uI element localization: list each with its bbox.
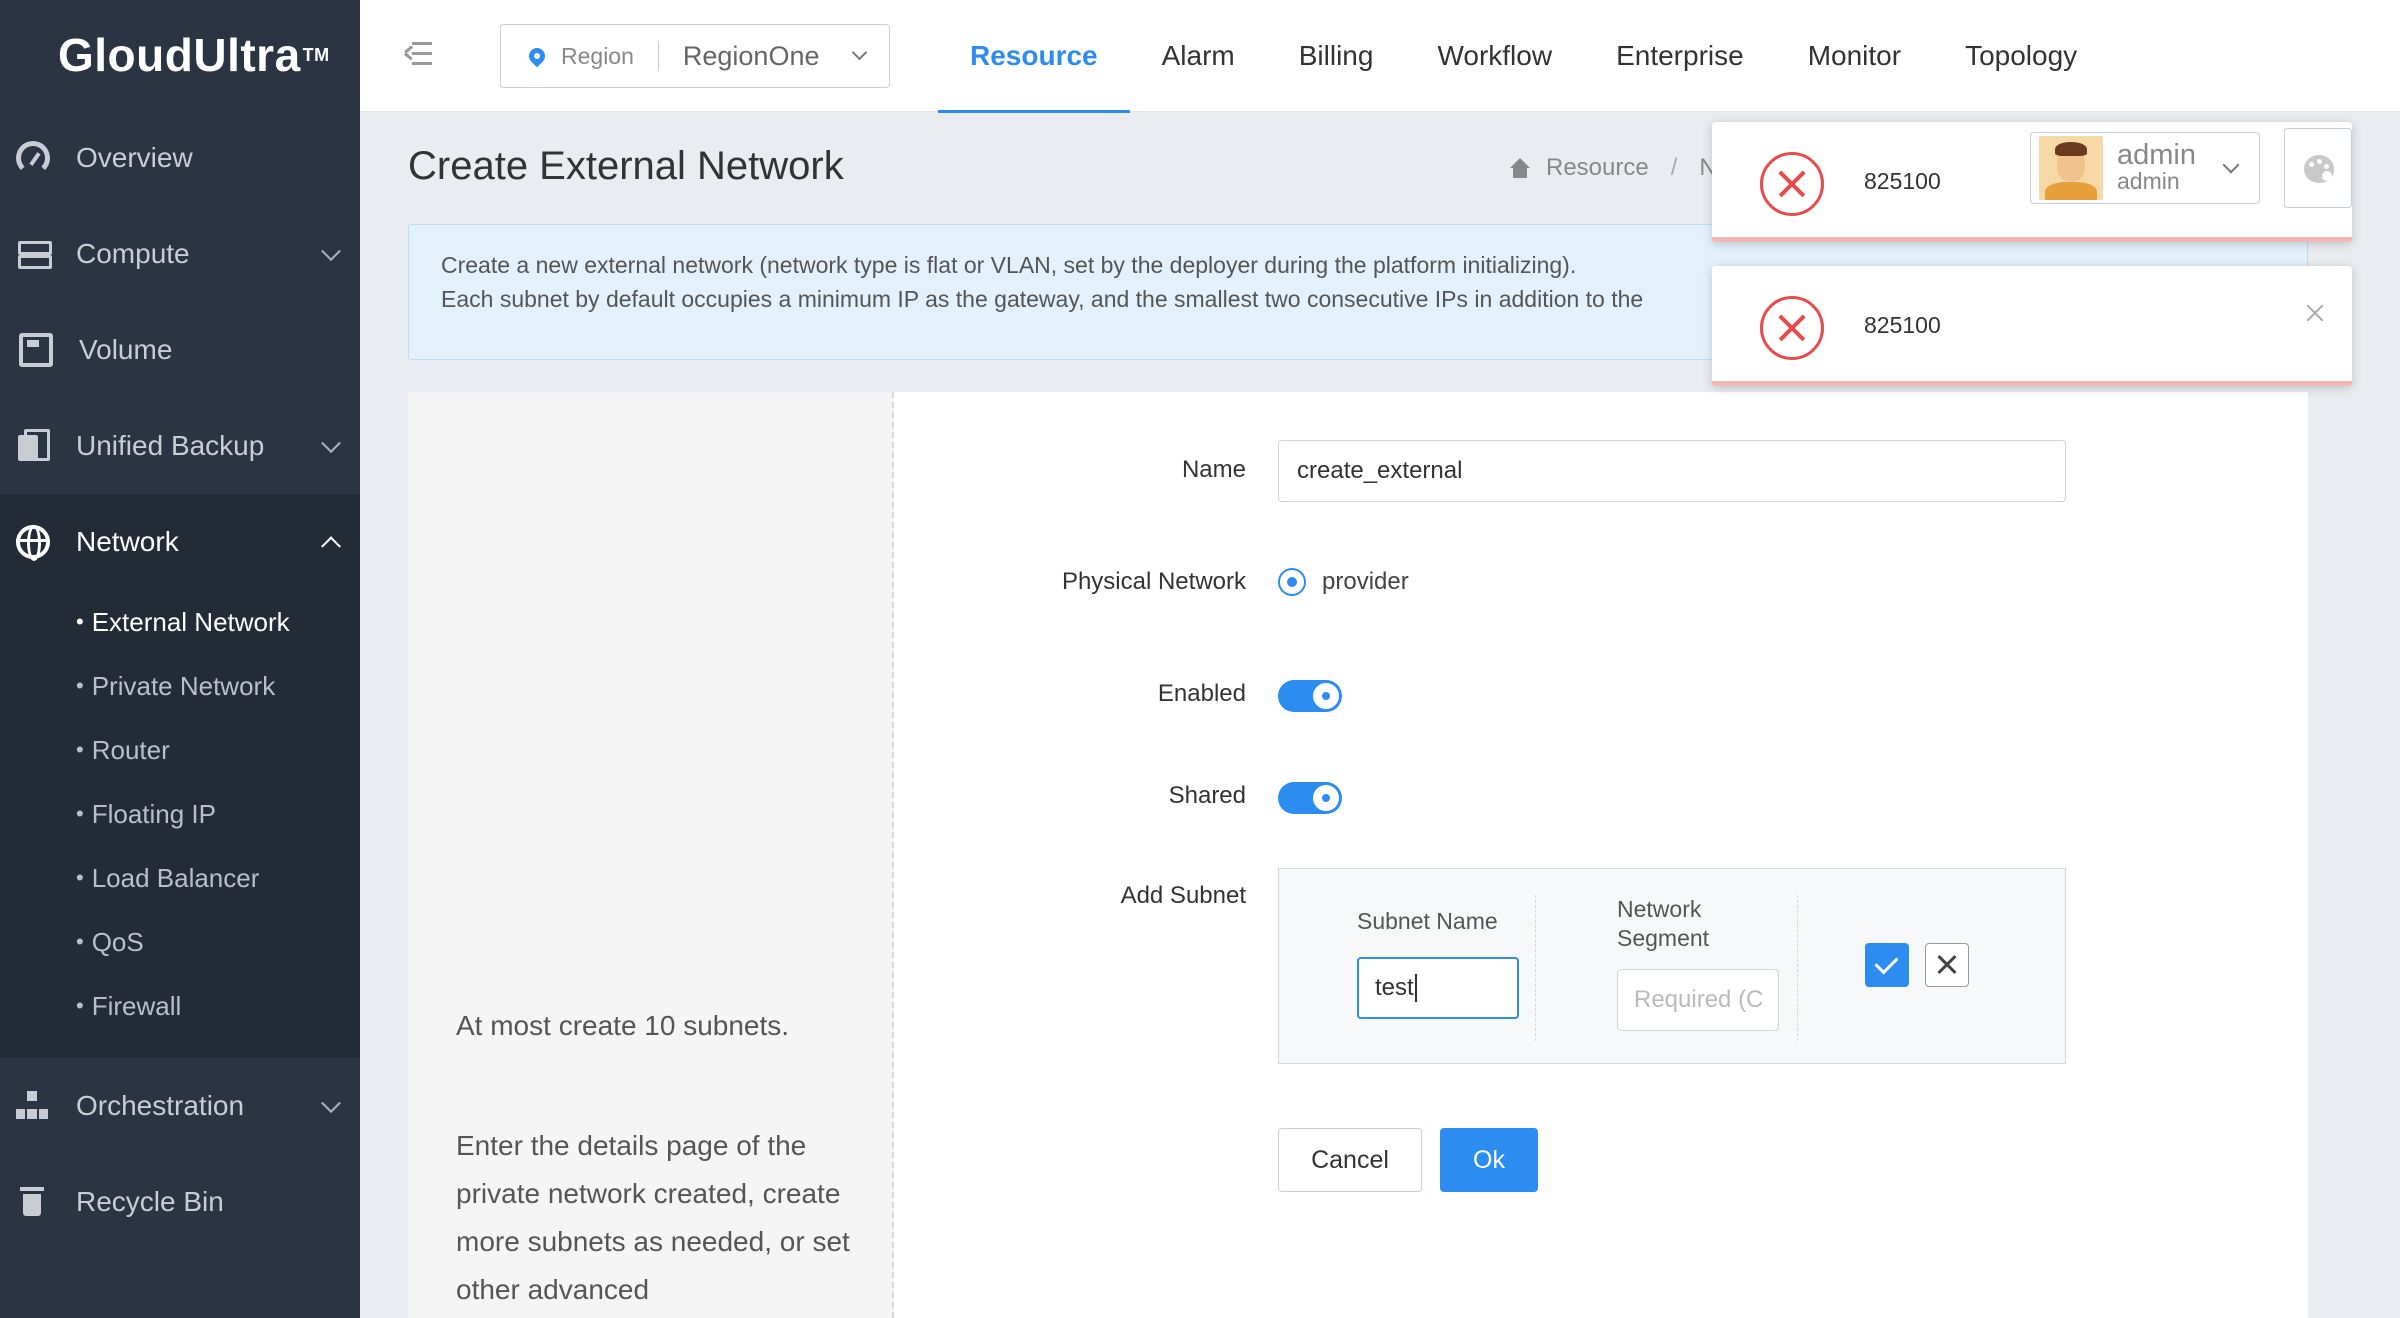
network-segment-header: Network Segment (1617, 896, 1710, 951)
sidebar-item-overview[interactable]: Overview (0, 110, 360, 206)
globe-icon (16, 525, 50, 561)
tab-workflow[interactable]: Workflow (1405, 0, 1584, 112)
tab-alarm[interactable]: Alarm (1130, 0, 1267, 112)
sidebar-item-label: Network (76, 526, 179, 557)
cancel-button[interactable]: Cancel (1278, 1128, 1422, 1192)
ok-button[interactable]: Ok (1440, 1128, 1538, 1192)
tab-resource[interactable]: Resource (938, 0, 1130, 113)
chevron-down-icon (321, 433, 341, 454)
submenu-item-firewall[interactable]: Firewall (0, 974, 360, 1038)
sitemap-icon (16, 1089, 50, 1123)
theme-button[interactable] (2284, 128, 2352, 208)
shared-label: Shared (1168, 782, 1246, 809)
name-label: Name (1181, 456, 1246, 483)
sidebar-item-recycle-bin[interactable]: Recycle Bin (0, 1154, 360, 1250)
main-tabs: Resource Alarm Billing Workflow Enterpri… (938, 0, 2109, 113)
dashboard-icon (16, 141, 50, 175)
chevron-down-icon (2222, 156, 2240, 174)
top-bar: Region RegionOne Resource Alarm Billing … (360, 0, 2400, 113)
sidebar-item-label: Recycle Bin (76, 1186, 224, 1217)
sidebar-item-label: Unified Backup (76, 430, 265, 461)
submenu-item-external-network[interactable]: External Network (0, 590, 360, 654)
logo-trademark: TM (302, 44, 330, 65)
sidebar-item-label: Volume (79, 334, 173, 365)
submenu-item-private-network[interactable]: Private Network (0, 654, 360, 718)
add-subnet-label: Add Subnet (1120, 882, 1246, 909)
collapse-sidebar-icon[interactable] (404, 42, 432, 66)
submenu-item-load-balancer[interactable]: Load Balancer (0, 846, 360, 910)
chevron-down-icon (851, 44, 868, 61)
home-icon (1508, 158, 1532, 178)
notification-message: 825100 (1864, 312, 1941, 338)
form-card: At most create 10 subnets. Enter the det… (408, 392, 2308, 1318)
tab-billing[interactable]: Billing (1267, 0, 1406, 112)
subnet-name-header: Subnet Name (1357, 908, 1498, 934)
sidebar-item-label: Compute (76, 238, 190, 269)
physical-network-radio-provider[interactable]: provider (1278, 568, 1409, 596)
subnet-name-value: test (1375, 974, 1414, 1001)
sidebar-item-volume[interactable]: Volume (0, 302, 360, 398)
disk-icon (19, 333, 53, 367)
network-submenu: External Network Private Network Router … (0, 590, 360, 1058)
enabled-toggle[interactable] (1278, 680, 1342, 712)
page-title: Create External Network (408, 144, 844, 188)
backup-icon (16, 429, 50, 463)
divider (657, 41, 659, 71)
tab-topology[interactable]: Topology (1933, 0, 2109, 112)
sidebar-item-label: Overview (76, 142, 193, 173)
user-menu[interactable]: admin admin (2030, 132, 2260, 204)
sidebar-item-compute[interactable]: Compute (0, 206, 360, 302)
physical-network-label: Physical Network (1061, 568, 1246, 595)
avatar (2039, 136, 2103, 200)
column-divider (1797, 895, 1798, 1041)
region-select[interactable]: Region RegionOne (500, 24, 890, 88)
breadcrumb-resource[interactable]: Resource (1546, 154, 1649, 182)
app-logo[interactable]: GloudUltra TM (0, 0, 360, 110)
region-value: RegionOne (682, 40, 820, 71)
submenu-item-qos[interactable]: QoS (0, 910, 360, 974)
chevron-down-icon (321, 241, 341, 262)
server-icon (16, 237, 52, 271)
sidebar-item-label: Orchestration (76, 1090, 245, 1121)
text-cursor (1414, 974, 1417, 1002)
palette-icon (2304, 155, 2334, 183)
help-text-details: Enter the details page of the private ne… (456, 1130, 850, 1305)
confirm-subnet-button[interactable] (1865, 943, 1909, 987)
name-input[interactable]: create_external (1278, 440, 2066, 502)
help-text-subnet-limit: At most create 10 subnets. (456, 1010, 790, 1041)
enabled-label: Enabled (1157, 680, 1246, 707)
submenu-item-floating-ip[interactable]: Floating IP (0, 782, 360, 846)
help-panel: At most create 10 subnets. Enter the det… (408, 392, 894, 1318)
tab-monitor[interactable]: Monitor (1776, 0, 1933, 112)
error-circle-icon (1760, 152, 1824, 216)
location-pin-icon (525, 44, 549, 68)
sidebar: GloudUltra TM Overview Compute Volume Uni… (0, 0, 360, 1318)
error-circle-icon (1760, 296, 1824, 360)
radio-selected-icon (1278, 568, 1306, 596)
subnet-editor: Subnet Name test Network Segment Require… (1278, 868, 2066, 1064)
error-notification: 825100 (1712, 266, 2352, 386)
logo-text: GloudUltra (58, 29, 301, 81)
sidebar-item-orchestration[interactable]: Orchestration (0, 1058, 360, 1154)
network-segment-input[interactable]: Required (C (1617, 969, 1779, 1031)
chevron-down-icon (321, 1093, 341, 1114)
tab-enterprise[interactable]: Enterprise (1584, 0, 1776, 112)
radio-label: provider (1322, 568, 1409, 595)
column-divider (1535, 895, 1536, 1041)
discard-subnet-button[interactable] (1925, 943, 1969, 987)
user-name: admin (2117, 139, 2196, 171)
subnet-name-input[interactable]: test (1357, 957, 1519, 1019)
sidebar-item-network[interactable]: Network (0, 494, 360, 590)
shared-toggle[interactable] (1278, 782, 1342, 814)
breadcrumb-separator: / (1670, 154, 1678, 181)
breadcrumb: Resource / N (1508, 154, 1717, 182)
chevron-up-icon (321, 536, 341, 557)
close-icon[interactable] (2304, 302, 2326, 324)
sidebar-item-unified-backup[interactable]: Unified Backup (0, 398, 360, 494)
trash-icon (16, 1185, 50, 1219)
submenu-item-router[interactable]: Router (0, 718, 360, 782)
region-label: Region (561, 42, 634, 69)
notification-message: 825100 (1864, 168, 1941, 194)
user-role: admin (2117, 168, 2180, 194)
